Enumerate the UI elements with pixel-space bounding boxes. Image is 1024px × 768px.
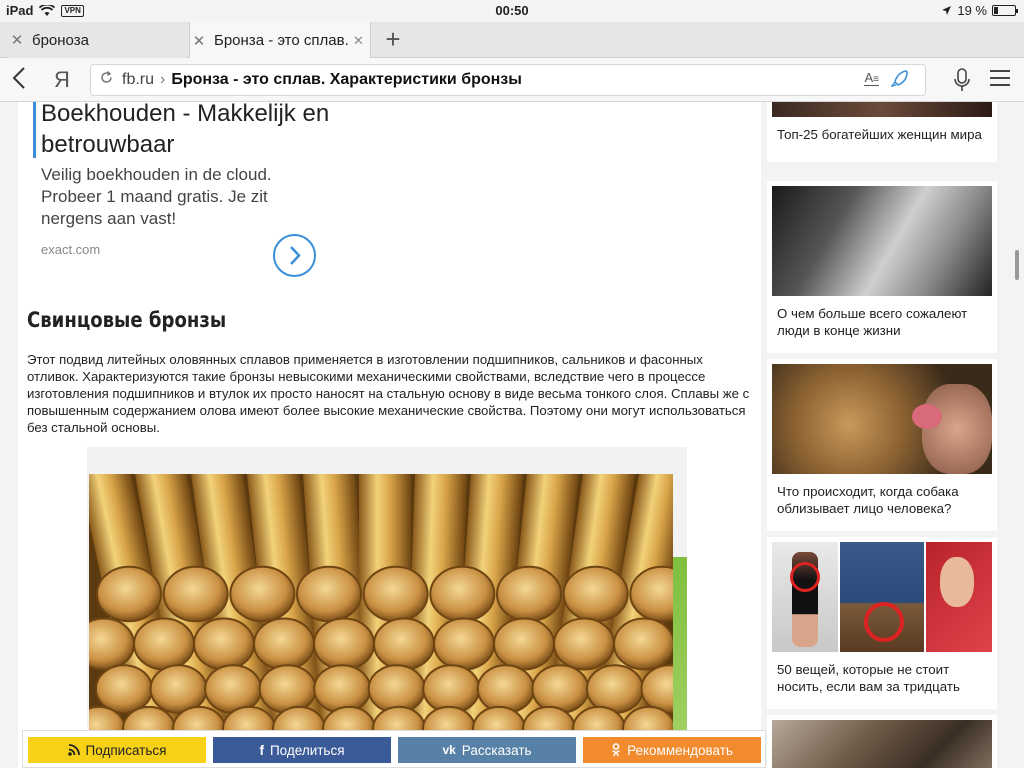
bronze-rod-end (422, 664, 481, 714)
url-page-title: Бронза - это сплав. Характеристики бронз… (171, 71, 522, 88)
facebook-icon: f (259, 742, 264, 758)
sidebar-card[interactable]: Что происходит, когда собака облизывает … (767, 359, 997, 531)
bronze-rod-end (496, 565, 562, 623)
web-page: Boekhouden - Makkelijk en betrouwbaar Ve… (0, 102, 1024, 768)
bronze-rod-end (531, 664, 590, 714)
tab-label: броноза (32, 31, 89, 49)
tab-bronoza[interactable]: ✕ броноза (8, 22, 186, 58)
odnoklassniki-icon (612, 743, 620, 757)
chevron-left-icon (12, 67, 25, 89)
vk-icon: vk (442, 743, 456, 757)
sidebar-card[interactable] (767, 715, 997, 768)
card-caption[interactable]: 50 вещей, которые не стоит носить, если … (777, 661, 987, 695)
battery-icon (992, 5, 1018, 16)
bronze-rod-end (313, 664, 372, 714)
card-image (772, 186, 992, 296)
url-separator: › (160, 71, 166, 88)
clock: 00:50 (495, 3, 529, 18)
subscribe-button[interactable]: Подписаться (28, 737, 206, 763)
bronze-rod-end (362, 565, 429, 623)
bronze-rod-end (162, 565, 229, 623)
recommend-label: Рекоммендовать (627, 742, 733, 758)
bronze-rod-end (95, 664, 153, 714)
microphone-icon[interactable] (952, 67, 972, 93)
ad-description: Veilig boekhouden in de cloud. Probeer 1… (41, 165, 272, 228)
menu-icon[interactable] (990, 70, 1010, 90)
tell-label: Рассказать (461, 742, 532, 758)
bronze-rod-end (193, 617, 255, 671)
card-caption[interactable]: Топ-25 богатейших женщин мира (777, 126, 987, 143)
share-bar: Подписаться f Поделиться vk Рассказать Р… (22, 730, 766, 768)
bronze-rod-end (229, 565, 296, 623)
bronze-rod-end (562, 565, 629, 623)
close-tab-icon[interactable]: ✕ (190, 32, 208, 50)
bronze-rod-end (133, 617, 195, 671)
bronze-rod-end (476, 664, 535, 714)
ad-accent-bar (33, 102, 36, 158)
url-domain: fb.ru (122, 71, 155, 88)
article-paragraph: Этот подвид литейных оловянных сплавов п… (27, 352, 750, 435)
page-scrollbar[interactable] (1015, 250, 1019, 280)
bronze-rod-end (204, 664, 263, 714)
bronze-rod-end (258, 664, 317, 714)
bronze-rods-image (87, 447, 687, 768)
vk-share-button[interactable]: vk Рассказать (398, 737, 576, 763)
bronze-rod-end (313, 617, 375, 671)
new-tab-button[interactable]: + (380, 26, 406, 54)
rss-icon (67, 744, 80, 756)
card-image (772, 364, 992, 474)
chevron-right-icon (290, 246, 301, 265)
ad-title[interactable]: Boekhouden - Makkelijk en betrouwbaar (41, 102, 341, 160)
status-bar: iPad VPN 00:50 19 % (0, 0, 1024, 22)
tab-fade-close-icon: ✕ (353, 32, 364, 48)
bronze-rod-end (429, 565, 496, 623)
sidebar-card[interactable]: Топ-25 богатейших женщин мира (767, 102, 997, 162)
tab-strip: ✕ броноза ✕ Бронза - это сплав. ✕ + (0, 22, 1024, 59)
card-image (772, 542, 992, 652)
close-tab-icon[interactable]: ✕ (8, 31, 26, 49)
reader-mode-icon[interactable]: A≡ (864, 70, 879, 86)
bronze-rod-end (433, 617, 495, 671)
card-caption[interactable]: Что происходит, когда собака облизывает … (777, 483, 987, 517)
address-toolbar: Я fb.ru › Бронза - это сплав. Характерис… (0, 58, 1024, 102)
bronze-rod-end (553, 617, 615, 671)
yandex-logo[interactable]: Я (54, 67, 70, 93)
address-bar[interactable]: fb.ru › Бронза - это сплав. Характеристи… (90, 64, 926, 96)
section-heading: Свинцовые бронзы (27, 308, 227, 332)
ad-source[interactable]: exact.com (41, 242, 100, 257)
reload-icon[interactable] (99, 70, 114, 90)
bronze-rod-end (493, 617, 555, 671)
sidebar-card[interactable]: 50 вещей, которые не стоит носить, если … (767, 537, 997, 709)
bronze-rod-end (253, 617, 315, 671)
back-button[interactable] (12, 66, 26, 97)
facebook-share-button[interactable]: f Поделиться (213, 737, 391, 763)
share-label: Поделиться (269, 742, 345, 758)
bronze-rod-end (613, 617, 673, 671)
ad-go-button[interactable] (273, 234, 316, 277)
bronze-rod-end (96, 565, 162, 623)
tab-bronze-article[interactable]: ✕ Бронза - это сплав. ✕ (189, 22, 371, 59)
bronze-rod-end (367, 664, 426, 714)
tab-label: Бронза - это сплав. (214, 32, 349, 49)
bronze-rods-photo (89, 474, 673, 768)
card-caption[interactable]: О чем больше всего сожалеют люди в конце… (777, 305, 987, 339)
bronze-rod-end (585, 664, 644, 714)
sidebar-card[interactable]: О чем больше всего сожалеют люди в конце… (767, 181, 997, 353)
turbo-rocket-icon[interactable] (891, 69, 909, 89)
card-image (772, 102, 992, 117)
bronze-rod-end (296, 565, 362, 623)
bronze-rod-end (373, 617, 435, 671)
card-image (772, 720, 992, 768)
location-arrow-icon (942, 6, 952, 15)
subscribe-label: Подписаться (85, 742, 167, 758)
battery-percent: 19 % (957, 3, 987, 18)
article-column: Boekhouden - Makkelijk en betrouwbaar Ve… (18, 102, 761, 768)
bronze-rod-end (149, 664, 208, 714)
ok-recommend-button[interactable]: Рекоммендовать (583, 737, 761, 763)
